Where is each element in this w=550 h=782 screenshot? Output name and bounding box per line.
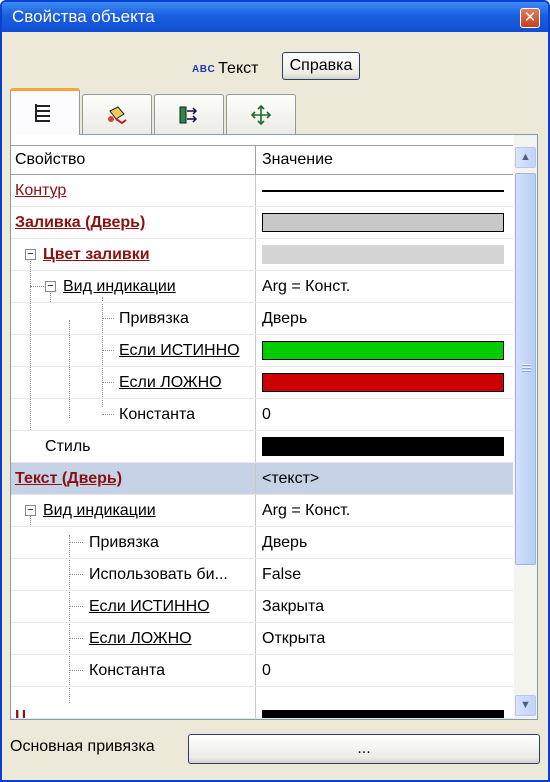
row-value[interactable]: 0 — [255, 655, 513, 686]
title-bar[interactable]: Свойства объекта ✕ — [2, 2, 548, 32]
row-if-true-1[interactable]: Если ИСТИННО — [11, 335, 513, 367]
vertical-scrollbar[interactable]: ▲ ▼ — [514, 135, 537, 719]
object-type: ABC Текст — [192, 54, 258, 84]
collapse-icon[interactable]: − — [25, 505, 36, 516]
grid-header: Свойство Значение — [11, 145, 513, 175]
object-type-label: Текст — [218, 60, 259, 77]
tree-line — [69, 606, 83, 607]
row-use-bi[interactable]: Использовать би... False — [11, 559, 513, 591]
grip-icon — [522, 364, 531, 373]
tree-line — [69, 542, 83, 543]
row-style[interactable]: Стиль — [11, 431, 513, 463]
row-fill-door[interactable]: Заливка (Дверь) — [11, 207, 513, 239]
row-label[interactable]: Привязка — [89, 527, 159, 558]
bindings-icon — [179, 106, 198, 123]
main-binding-button[interactable]: ... — [188, 734, 540, 764]
row-label[interactable]: Если ЛОЖНО — [119, 367, 222, 398]
chevron-up-icon: ▲ — [520, 151, 531, 163]
row-const-1[interactable]: Константа 0 — [11, 399, 513, 431]
row-label[interactable]: Вид индикации — [63, 271, 176, 302]
row-if-false-2[interactable]: Если ЛОЖНО Открыта — [11, 623, 513, 655]
tree-line — [69, 638, 83, 639]
close-icon: ✕ — [523, 9, 537, 26]
property-rows: Контур Заливка (Дверь) − Цвет заливки − … — [11, 175, 513, 721]
help-button[interactable]: Справка — [282, 52, 360, 80]
row-binding-1[interactable]: Привязка Дверь — [11, 303, 513, 335]
row-text-door[interactable]: Текст (Дверь) <текст> — [11, 463, 513, 495]
move-arrows-icon — [250, 104, 272, 125]
main-binding-label: Основная привязка — [10, 738, 155, 755]
tree-line — [30, 286, 44, 287]
color-swatch[interactable] — [262, 341, 504, 360]
list-properties-icon — [35, 104, 50, 122]
row-value[interactable]: False — [255, 559, 513, 590]
chevron-down-icon: ▼ — [520, 699, 531, 711]
text-type-icon: ABC — [192, 63, 216, 75]
property-grid: Свойство Значение Контур Заливка (Дверь) — [10, 134, 538, 720]
row-fill-color[interactable]: − Цвет заливки — [11, 239, 513, 271]
row-label[interactable]: Если ИСТИННО — [119, 335, 240, 366]
row-label[interactable]: Ц — [15, 701, 27, 718]
row-label[interactable]: Контур — [15, 175, 66, 206]
row-if-true-2[interactable]: Если ИСТИННО Закрыта — [11, 591, 513, 623]
color-swatch[interactable] — [262, 213, 504, 232]
tab-bindings[interactable] — [154, 94, 224, 134]
row-value[interactable]: 0 — [255, 399, 513, 430]
close-button[interactable]: ✕ — [520, 8, 540, 28]
row-value[interactable]: Открыта — [255, 623, 513, 654]
scroll-down-button[interactable]: ▼ — [515, 695, 536, 716]
row-value[interactable]: Дверь — [255, 303, 513, 334]
row-label[interactable]: Цвет заливки — [43, 239, 150, 270]
collapse-icon[interactable]: − — [25, 249, 36, 260]
row-indication-2[interactable]: − Вид индикации Arg = Конст. — [11, 495, 513, 527]
row-value[interactable]: Дверь — [255, 527, 513, 558]
row-label[interactable]: Если ИСТИННО — [89, 591, 210, 622]
row-label[interactable]: Если ЛОЖНО — [89, 623, 192, 654]
color-swatch[interactable] — [262, 245, 504, 264]
tab-appearance[interactable] — [82, 94, 152, 134]
tree-line — [102, 382, 114, 383]
tab-move[interactable] — [226, 94, 296, 134]
row-label[interactable]: Стиль — [45, 431, 91, 462]
tree-line — [69, 670, 83, 671]
row-label[interactable]: Привязка — [119, 303, 189, 334]
row-const-2[interactable]: Константа 0 — [11, 655, 513, 687]
paint-icon — [108, 105, 127, 124]
row-label[interactable]: Константа — [119, 399, 195, 430]
tab-strip — [10, 88, 540, 135]
row-partial[interactable]: Ц — [11, 687, 513, 719]
scroll-up-button[interactable]: ▲ — [515, 147, 536, 168]
row-value[interactable]: <текст> — [255, 463, 513, 494]
row-label[interactable]: Вид индикации — [43, 495, 156, 526]
tree-line — [102, 414, 114, 415]
row-indication-1[interactable]: − Вид индикации Arg = Конст. — [11, 271, 513, 303]
scroll-thumb[interactable] — [515, 173, 536, 565]
row-label[interactable]: Использовать би... — [89, 559, 228, 590]
row-label[interactable]: Текст (Дверь) — [15, 463, 122, 494]
tab-properties[interactable] — [10, 88, 80, 135]
color-swatch[interactable] — [262, 373, 504, 392]
column-header-property[interactable]: Свойство — [11, 146, 254, 174]
row-value[interactable]: Arg = Конст. — [255, 495, 513, 526]
collapse-icon[interactable]: − — [45, 281, 56, 292]
column-header-value[interactable]: Значение — [255, 146, 513, 174]
row-value[interactable]: Arg = Конст. — [255, 271, 513, 302]
properties-window: Свойства объекта ✕ ABC Текст Справка Сво… — [0, 0, 550, 782]
row-label[interactable]: Константа — [89, 655, 165, 686]
row-if-false-1[interactable]: Если ЛОЖНО — [11, 367, 513, 399]
color-swatch[interactable] — [262, 437, 504, 456]
row-kontur[interactable]: Контур — [11, 175, 513, 207]
color-swatch[interactable] — [262, 710, 504, 718]
tree-line — [102, 318, 114, 319]
row-label[interactable]: Заливка (Дверь) — [15, 207, 145, 238]
line-swatch[interactable] — [262, 190, 504, 192]
row-binding-2[interactable]: Привязка Дверь — [11, 527, 513, 559]
window-title: Свойства объекта — [12, 7, 155, 26]
tree-line — [102, 350, 114, 351]
tree-line — [69, 574, 83, 575]
row-value[interactable]: Закрыта — [255, 591, 513, 622]
